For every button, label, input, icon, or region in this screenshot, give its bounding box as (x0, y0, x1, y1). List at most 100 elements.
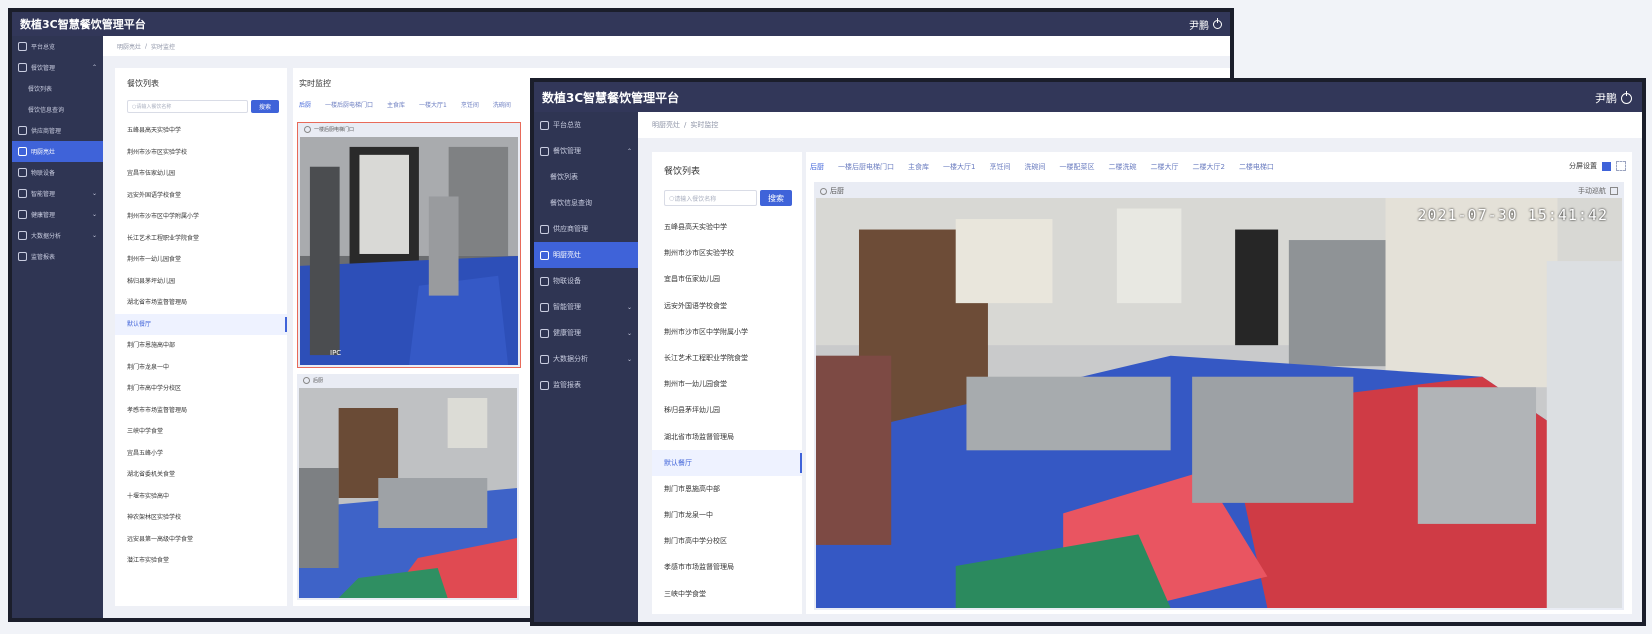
list-item[interactable]: 湖北省市场监督管理局 (115, 292, 287, 314)
sidebar-item-suppliers[interactable]: 供应商管理 (12, 120, 103, 141)
list-item[interactable]: 长江艺术工程职业学院食堂 (115, 228, 287, 250)
list-item[interactable]: 长江艺术工程职业学院食堂 (652, 345, 802, 371)
tab-camera[interactable]: 洗碗间 (1024, 162, 1045, 172)
sidebar-item-catering-list[interactable]: 餐饮列表 (534, 164, 638, 190)
list-item[interactable]: 十堰市实验高中 (115, 486, 287, 508)
camera-feed-kitchen-large[interactable]: 后厨 手动巡航 2021-07-30 15:41:42 (814, 182, 1624, 610)
sidebar-item-overview[interactable]: 平台总览 (12, 36, 103, 57)
list-item[interactable]: 秭归县茅坪幼儿园 (115, 271, 287, 293)
sidebar-item-catering-list[interactable]: 餐饮列表 (12, 78, 103, 99)
sidebar-item-health[interactable]: 健康管理 ⌄ (534, 320, 638, 346)
sidebar-item-reports[interactable]: 监管报表 (12, 246, 103, 267)
grid-view-icon[interactable] (1616, 161, 1626, 171)
tab-camera[interactable]: 一楼配菜区 (1059, 162, 1094, 172)
list-item[interactable]: 荆州市沙市区中学附属小学 (652, 319, 802, 345)
sidebar-item-health[interactable]: 健康管理 ⌄ (12, 204, 103, 225)
tab-camera[interactable]: 二楼大厅2 (1192, 162, 1224, 172)
list-item[interactable]: 荆州市沙市区实验学校 (115, 142, 287, 164)
breadcrumb-home[interactable]: 明厨亮灶 (652, 120, 680, 130)
list-item[interactable]: 远安外国语学校食堂 (652, 293, 802, 319)
tab-camera[interactable]: 烹饪间 (461, 100, 479, 109)
list-item[interactable]: 五峰县高天实验中学 (652, 214, 802, 240)
user-menu[interactable]: 尹鹏 (1595, 90, 1632, 106)
search-button[interactable]: 搜索 (760, 190, 792, 206)
tab-camera[interactable]: 一楼大厅1 (419, 100, 447, 109)
sidebar-item-catering-query[interactable]: 餐饮信息查询 (534, 190, 638, 216)
chevron-down-icon: ⌄ (626, 303, 632, 311)
cruise-control[interactable]: 手动巡航 (1578, 186, 1606, 196)
tab-camera[interactable]: 主食库 (908, 162, 929, 172)
tab-camera[interactable]: 洗碗间 (493, 100, 511, 109)
list-item[interactable]: 远安县第一高级中学食堂 (115, 529, 287, 551)
list-item[interactable]: 五峰县高天实验中学 (115, 120, 287, 142)
list-item[interactable]: 三峡中学食堂 (652, 581, 802, 607)
tab-camera[interactable]: 二楼电梯口 (1239, 162, 1274, 172)
tab-camera[interactable]: 二楼大厅 (1150, 162, 1178, 172)
list-item-selected[interactable]: 默认餐厅 (652, 449, 802, 476)
restaurant-search-input[interactable]: ○ 请输入餐饮名称 (664, 190, 757, 206)
list-item[interactable]: 宜昌市伍家幼儿园 (652, 266, 802, 292)
sidebar-item-open-kitchen[interactable]: 明厨亮灶 (534, 242, 638, 268)
camera-feed-elevator[interactable]: 一楼后厨电梯门口 IPC (297, 122, 521, 368)
report-icon (18, 252, 27, 261)
location-icon (304, 126, 311, 133)
video-frame: 2021-07-30 15:41:42 (816, 198, 1622, 608)
list-item[interactable]: 远安外国语学校食堂 (115, 185, 287, 207)
chevron-down-icon: ⌄ (626, 355, 632, 363)
tab-camera[interactable]: 一楼后厨电梯门口 (838, 162, 894, 172)
search-button[interactable]: 搜索 (251, 100, 279, 113)
list-item[interactable]: 荆门市高中学分校区 (115, 378, 287, 400)
list-item[interactable]: 三峡中学食堂 (115, 421, 287, 443)
sidebar-item-bigdata[interactable]: 大数据分析 ⌄ (534, 346, 638, 372)
list-item[interactable]: 荆州市沙市区实验学校 (652, 240, 802, 266)
sidebar-item-catering[interactable]: 餐饮管理 ⌃ (534, 138, 638, 164)
list-item[interactable]: 荆门市恩施高中部 (115, 335, 287, 357)
list-item[interactable]: 荆州市一幼儿园食堂 (115, 249, 287, 271)
sidebar-item-catering-query[interactable]: 餐饮信息查询 (12, 99, 103, 120)
sidebar-item-open-kitchen[interactable]: 明厨亮灶 (12, 141, 103, 162)
tab-camera[interactable]: 二楼洗碗 (1108, 162, 1136, 172)
user-menu[interactable]: 尹鹏 (1189, 17, 1222, 32)
logout-icon[interactable] (1621, 90, 1632, 104)
sidebar-item-bigdata[interactable]: 大数据分析 ⌄ (12, 225, 103, 246)
list-item[interactable]: 荆门市恩施高中部 (652, 476, 802, 502)
list-item[interactable]: 湖北省委机关食堂 (115, 464, 287, 486)
list-item[interactable]: 潜江市实验食堂 (115, 550, 287, 572)
tab-camera[interactable]: 主食库 (387, 100, 405, 109)
tab-camera[interactable]: 一楼大厅1 (943, 162, 975, 172)
list-item[interactable]: 荆州市沙市区中学附属小学 (115, 206, 287, 228)
list-item[interactable]: 宜昌五峰小学 (115, 443, 287, 465)
sidebar-item-reports[interactable]: 监管报表 (534, 372, 638, 398)
sidebar-item-overview[interactable]: 平台总览 (534, 112, 638, 138)
list-item-selected[interactable]: 默认餐厅 (115, 313, 287, 335)
sidebar-item-iot[interactable]: 物联设备 (534, 268, 638, 294)
list-item[interactable]: 荆州市一幼儿园食堂 (652, 371, 802, 397)
list-item[interactable]: 荆门市龙泉一中 (652, 502, 802, 528)
sidebar-item-smart[interactable]: 智能管理 ⌄ (534, 294, 638, 320)
tab-camera[interactable]: 一楼后厨电梯门口 (325, 100, 373, 109)
breadcrumb-home[interactable]: 明厨亮灶 (117, 42, 141, 51)
list-item[interactable]: 荆门市龙泉一中 (115, 357, 287, 379)
list-item[interactable]: 孝感市市场监督管理局 (652, 554, 802, 580)
list-item[interactable]: 神农架林区实验学校 (115, 507, 287, 529)
analytics-icon (18, 231, 27, 240)
list-item[interactable]: 湖北省市场监督管理局 (652, 424, 802, 450)
list-item[interactable]: 孝感市市场监督管理局 (115, 400, 287, 422)
logout-icon[interactable] (1213, 18, 1222, 29)
sidebar-item-catering[interactable]: 餐饮管理 ⌃ (12, 57, 103, 78)
sidebar-item-smart[interactable]: 智能管理 ⌄ (12, 183, 103, 204)
sidebar-item-suppliers[interactable]: 供应商管理 (534, 216, 638, 242)
single-view-icon[interactable] (1602, 161, 1611, 171)
list-item[interactable]: 荆门市高中学分校区 (652, 528, 802, 554)
tab-camera[interactable]: 后厨 (299, 100, 311, 109)
tab-camera[interactable]: 后厨 (810, 162, 824, 172)
tab-camera[interactable]: 烹饪间 (989, 162, 1010, 172)
camera-feed-kitchen[interactable]: 后厨 (297, 374, 519, 600)
breadcrumb-current: 实时监控 (690, 121, 719, 129)
restaurant-search-input[interactable]: ○ 请输入餐饮名称 (127, 100, 248, 113)
fullscreen-icon[interactable] (1610, 187, 1618, 195)
sidebar-item-iot[interactable]: 物联设备 (12, 162, 103, 183)
list-item[interactable]: 宜昌市伍家幼儿园 (115, 163, 287, 185)
shop-icon (18, 63, 27, 72)
list-item[interactable]: 秭归县茅坪幼儿园 (652, 397, 802, 423)
